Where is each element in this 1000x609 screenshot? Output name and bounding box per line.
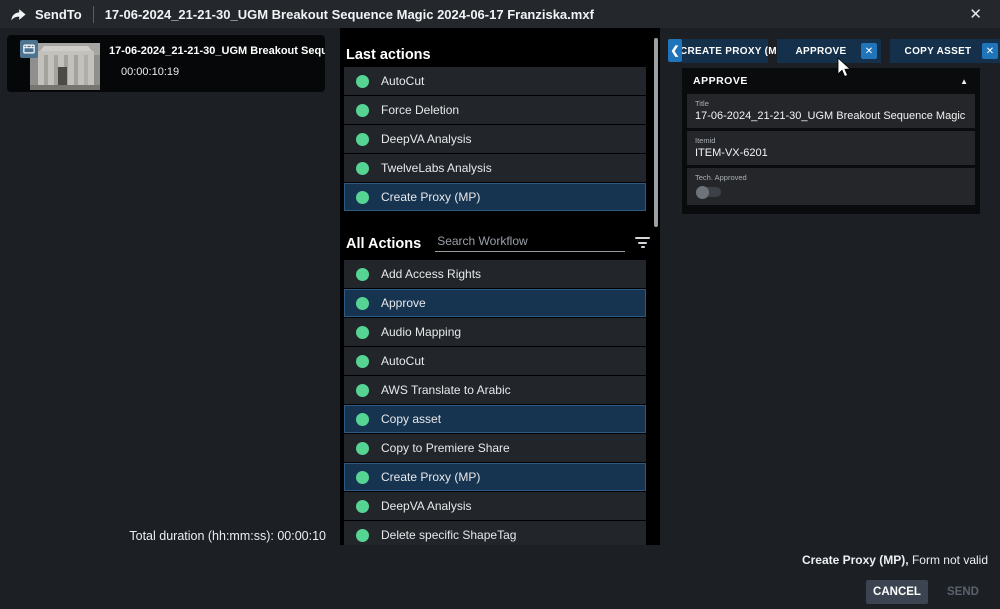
- toggle-knob: [696, 186, 709, 199]
- remove-chip-icon[interactable]: ✕: [861, 43, 877, 59]
- action-row-force-deletion[interactable]: Force Deletion: [344, 96, 646, 124]
- dialog-content: 17-06-2024_21-21-30_UGM Breakout Sequenc…: [0, 28, 1000, 609]
- status-dot-icon: [356, 191, 369, 204]
- status-dot-icon: [356, 104, 369, 117]
- chip-create-proxy[interactable]: CREATE PROXY (MP) ✕: [682, 39, 768, 63]
- asset-card: 17-06-2024_21-21-30_UGM Breakout Sequenc…: [7, 35, 325, 92]
- selected-chips-row: ❮ CREATE PROXY (MP) ✕ APPROVE ✕ COPY ASS…: [668, 39, 1000, 63]
- title-bar: SendTo 17-06-2024_21-21-30_UGM Breakout …: [0, 0, 1000, 28]
- action-row-create-proxy[interactable]: Create Proxy (MP): [344, 183, 646, 211]
- action-row-autocut-all[interactable]: AutoCut: [344, 347, 646, 375]
- filter-icon[interactable]: [635, 237, 650, 248]
- cancel-button[interactable]: CANCEL: [866, 580, 928, 604]
- status-dot-icon: [356, 162, 369, 175]
- status-dot-icon: [356, 355, 369, 368]
- action-row-deepva-all[interactable]: DeepVA Analysis: [344, 492, 646, 520]
- total-duration-label: Total duration (hh:mm:ss): 00:00:10: [0, 529, 326, 543]
- remove-chip-icon[interactable]: ✕: [982, 43, 998, 59]
- chip-approve[interactable]: APPROVE ✕: [777, 39, 881, 63]
- all-actions-header: All Actions: [346, 236, 421, 252]
- action-row-delete-shapetag[interactable]: Delete specific ShapeTag: [344, 521, 646, 545]
- title-field[interactable]: Title 17-06-2024_21-21-30_UGM Breakout S…: [687, 94, 975, 128]
- status-dot-icon: [356, 529, 369, 542]
- status-dot-icon: [356, 326, 369, 339]
- tech-approved-toggle[interactable]: [696, 187, 721, 197]
- send-button[interactable]: SEND: [938, 580, 988, 604]
- chips-clip: CREATE PROXY (MP) ✕ APPROVE ✕ COPY ASSET…: [682, 39, 1000, 63]
- workflow-search: [435, 232, 625, 252]
- action-row-twelvelabs-analysis[interactable]: TwelveLabs Analysis: [344, 154, 646, 182]
- status-dot-icon: [356, 442, 369, 455]
- action-row-create-proxy-all[interactable]: Create Proxy (MP): [344, 463, 646, 491]
- itemid-field[interactable]: Itemid ITEM-VX-6201: [687, 131, 975, 165]
- status-dot-icon: [356, 413, 369, 426]
- status-dot-icon: [356, 75, 369, 88]
- action-row-copy-to-premiere[interactable]: Copy to Premiere Share: [344, 434, 646, 462]
- asset-card-title: 17-06-2024_21-21-30_UGM Breakout Sequenc…: [109, 45, 325, 57]
- workflow-column: Last actions AutoCut Force Deletion Deep…: [340, 28, 660, 545]
- asset-card-text: 17-06-2024_21-21-30_UGM Breakout Sequenc…: [109, 35, 325, 92]
- status-dot-icon: [356, 297, 369, 310]
- status-dot-icon: [356, 384, 369, 397]
- dialog-title: SendTo: [35, 7, 82, 22]
- asset-thumbnail: [30, 43, 100, 90]
- form-status-message: Create Proxy (MP), Form not valid: [802, 553, 988, 567]
- collapse-icon: ▲: [960, 77, 968, 86]
- close-icon[interactable]: ✕: [961, 5, 990, 24]
- approve-form-panel: APPROVE ▲ Title 17-06-2024_21-21-30_UGM …: [682, 68, 980, 214]
- chip-copy-asset[interactable]: COPY ASSET ✕: [890, 39, 1000, 63]
- all-actions-bar: All Actions: [346, 232, 652, 252]
- action-row-copy-asset[interactable]: Copy asset: [344, 405, 646, 433]
- tech-approved-field: Tech. Approved: [687, 168, 975, 205]
- video-file-icon: [20, 40, 38, 58]
- asset-card-duration: 00:00:10:19: [109, 66, 325, 78]
- approve-panel-header[interactable]: APPROVE ▲: [687, 68, 975, 94]
- status-dot-icon: [356, 471, 369, 484]
- action-row-add-access-rights[interactable]: Add Access Rights: [344, 260, 646, 288]
- action-row-approve[interactable]: Approve: [344, 289, 646, 317]
- chips-scroll-left-button[interactable]: ❮: [668, 39, 682, 62]
- title-divider: [93, 6, 94, 23]
- building-thumbnail-image: [30, 43, 100, 90]
- action-row-autocut[interactable]: AutoCut: [344, 67, 646, 95]
- asset-filename: 17-06-2024_21-21-30_UGM Breakout Sequenc…: [105, 7, 594, 22]
- status-dot-icon: [356, 133, 369, 146]
- last-actions-header: Last actions: [346, 47, 660, 63]
- action-row-aws-translate[interactable]: AWS Translate to Arabic: [344, 376, 646, 404]
- selected-workflows-section: ❮ CREATE PROXY (MP) ✕ APPROVE ✕ COPY ASS…: [660, 28, 1000, 545]
- action-row-audio-mapping[interactable]: Audio Mapping: [344, 318, 646, 346]
- status-dot-icon: [356, 500, 369, 513]
- send-icon: [10, 6, 27, 23]
- column-scrollbar[interactable]: [654, 38, 658, 227]
- status-dot-icon: [356, 268, 369, 281]
- sendto-dialog: SendTo 17-06-2024_21-21-30_UGM Breakout …: [0, 0, 1000, 609]
- search-input[interactable]: [435, 234, 625, 251]
- action-row-deepva-analysis[interactable]: DeepVA Analysis: [344, 125, 646, 153]
